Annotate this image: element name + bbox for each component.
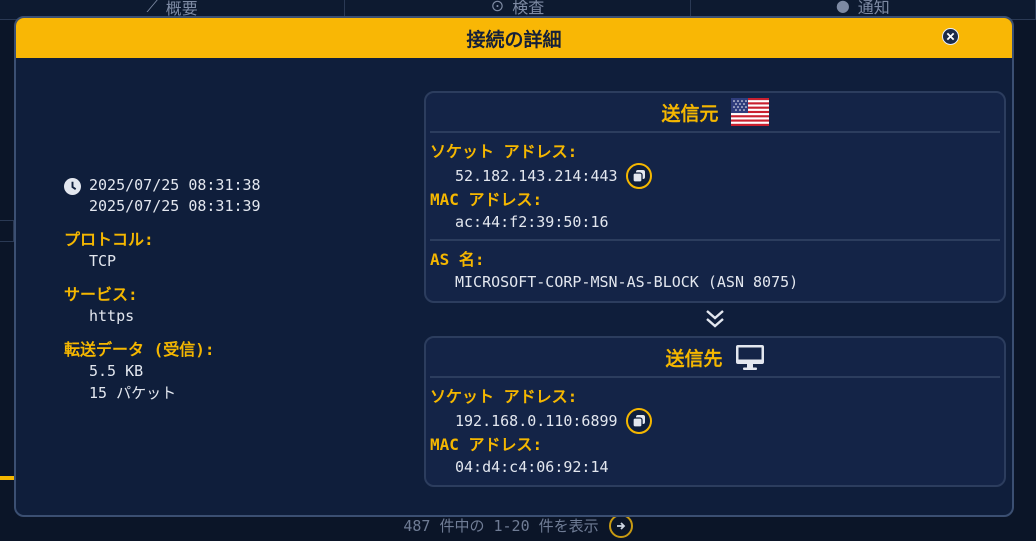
chart-icon: ⟋ xyxy=(146,0,158,16)
source-socket-label: ソケット アドレス: xyxy=(430,142,578,161)
close-button[interactable] xyxy=(942,28,959,45)
modal-header: 接続の詳細 xyxy=(16,18,1012,58)
source-socket-value: 52.182.143.214:443 xyxy=(455,167,618,185)
modal-title: 接続の詳細 xyxy=(466,28,562,51)
as-name-label: AS 名: xyxy=(430,250,485,269)
copy-icon xyxy=(631,415,645,428)
divider xyxy=(430,239,1000,241)
protocol-label: プロトコル: xyxy=(64,230,154,249)
close-icon xyxy=(946,32,955,41)
protocol-value: TCP xyxy=(89,252,117,270)
destination-panel: 送信先 ソケット アドレス: 192.168.0.110:6899 MAC アド xyxy=(424,336,1006,487)
as-name-value: MICROSOFT-CORP-MSN-AS-BLOCK (ASN 8075) xyxy=(455,273,799,291)
time-range: 2025/07/25 08:31:38 2025/07/25 08:31:39 xyxy=(64,175,404,217)
connection-summary: 2025/07/25 08:31:38 2025/07/25 08:31:39 … xyxy=(64,175,404,404)
copy-destination-address-button[interactable] xyxy=(625,408,652,434)
source-panel-header: 送信元 xyxy=(430,93,1000,133)
destination-socket-row: 192.168.0.110:6899 xyxy=(430,408,1000,434)
transfer-label: 転送データ (受信): xyxy=(64,340,215,359)
end-time: 2025/07/25 08:31:39 xyxy=(89,197,261,215)
transfer-packets: 15 パケット xyxy=(89,384,177,402)
source-panel: 送信元 ソケット アドレス: 52.182.143.214:443 MAC アド… xyxy=(424,91,1006,303)
bell-icon: ● xyxy=(835,0,850,15)
service-label: サービス: xyxy=(64,285,138,304)
background-control xyxy=(0,220,14,242)
destination-mac-label: MAC アドレス: xyxy=(430,435,543,454)
destination-mac-value: 04:d4:c4:06:92:14 xyxy=(455,458,609,476)
search-icon: ⊙ xyxy=(490,0,505,15)
pagination-text: 487 件中の 1-20 件を表示 xyxy=(403,517,599,535)
source-socket-row: 52.182.143.214:443 xyxy=(430,163,1000,189)
arrow-right-icon xyxy=(616,521,625,530)
destination-socket-label: ソケット アドレス: xyxy=(430,387,578,406)
destination-title: 送信先 xyxy=(665,347,723,370)
source-mac-value: ac:44:f2:39:50:16 xyxy=(455,213,609,231)
source-mac-label: MAC アドレス: xyxy=(430,190,543,209)
copy-source-address-button[interactable] xyxy=(625,163,652,189)
copy-icon xyxy=(631,170,645,183)
tab-inspect-label: 検査 xyxy=(512,0,545,17)
background-accent-bar xyxy=(0,476,14,480)
next-page-button[interactable] xyxy=(608,513,633,538)
destination-panel-header: 送信先 xyxy=(430,338,1000,378)
connection-details-modal: 接続の詳細 2025/07/25 08:31:38 2025/07/25 08:… xyxy=(14,16,1014,517)
start-time: 2025/07/25 08:31:38 xyxy=(89,176,261,194)
source-title: 送信元 xyxy=(661,102,719,125)
clock-icon xyxy=(64,178,81,195)
us-flag-icon xyxy=(730,98,769,126)
transfer-bytes: 5.5 KB xyxy=(89,362,144,380)
monitor-icon xyxy=(735,345,764,370)
service-value: https xyxy=(89,307,135,325)
tab-notifications-label: 通知 xyxy=(857,0,890,17)
chevron-double-down-icon xyxy=(706,310,724,328)
destination-socket-value: 192.168.0.110:6899 xyxy=(455,412,618,430)
